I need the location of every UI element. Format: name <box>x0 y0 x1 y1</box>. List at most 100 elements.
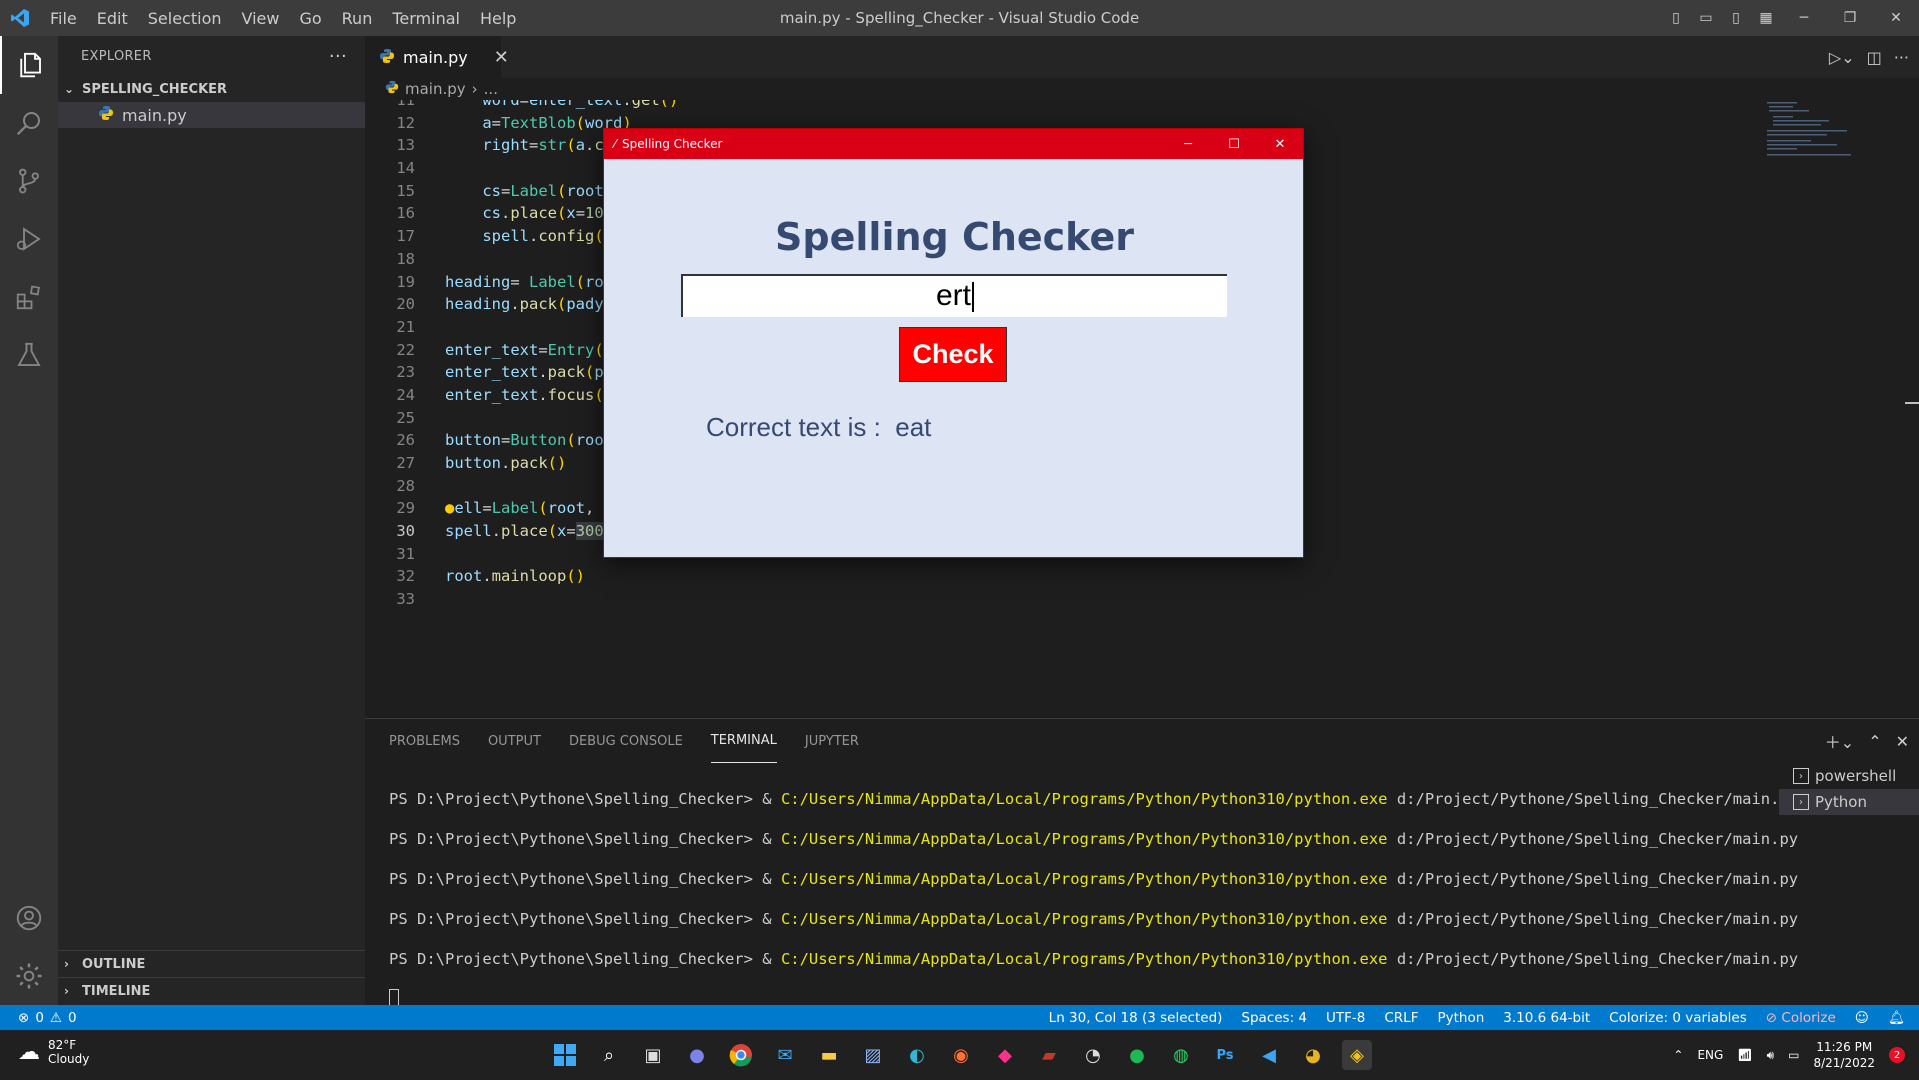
minimize-icon[interactable]: ─ <box>1781 0 1827 36</box>
menu-view[interactable]: View <box>232 9 290 28</box>
python-interpreter[interactable]: 3.10.6 64-bit <box>1503 1010 1590 1026</box>
menu-help[interactable]: Help <box>470 9 526 28</box>
code-text: cs.place(x=10 <box>482 204 604 223</box>
customize-layout-icon[interactable]: ▦ <box>1751 0 1781 36</box>
chat-icon[interactable]: ● <box>682 1040 712 1070</box>
windows-start-icon[interactable] <box>550 1040 580 1070</box>
mail-icon[interactable]: ✉ <box>770 1040 800 1070</box>
tab-jupyter[interactable]: JUPYTER <box>805 719 859 763</box>
clock-date: 8/21/2022 <box>1813 1056 1875 1070</box>
outline-section[interactable]: › OUTLINE <box>58 950 365 977</box>
notification-badge[interactable]: 2 <box>1889 1047 1905 1063</box>
colorize-status[interactable]: Colorize: 0 variables <box>1609 1010 1747 1026</box>
maximize-panel-icon[interactable]: ⌃ <box>1868 732 1881 751</box>
maximize-icon[interactable]: ☐ <box>1211 129 1257 159</box>
word-input[interactable]: ert <box>681 274 1227 317</box>
explorer-icon[interactable] <box>0 36 58 94</box>
edge-icon[interactable]: ◐ <box>902 1040 932 1070</box>
colorize-toggle[interactable]: ⊘ Colorize <box>1766 1010 1836 1026</box>
testing-icon[interactable] <box>0 326 58 384</box>
volume-icon[interactable]: 🔊︎ <box>1767 1048 1775 1063</box>
indentation[interactable]: Spaces: 4 <box>1241 1010 1307 1026</box>
check-button[interactable]: Check <box>899 327 1007 382</box>
tab-debug-console[interactable]: DEBUG CONSOLE <box>569 719 683 763</box>
browser-icon[interactable]: ◕ <box>1298 1040 1328 1070</box>
spotify-icon[interactable]: ● <box>1122 1040 1152 1070</box>
terminal-output[interactable]: PS D:\Project\Pythone\Spelling_Checker> … <box>389 779 1798 1009</box>
extensions-icon[interactable] <box>0 268 58 326</box>
search-icon[interactable]: ⌕ <box>594 1040 624 1070</box>
source-control-icon[interactable] <box>0 152 58 210</box>
desktop: File Edit Selection View Go Run Terminal… <box>0 0 1919 1080</box>
media-player-icon[interactable]: ▰ <box>1034 1040 1064 1070</box>
menu-file[interactable]: File <box>40 9 87 28</box>
file-explorer-icon[interactable]: ▬ <box>814 1040 844 1070</box>
clock[interactable]: 11:26 PM 8/21/2022 <box>1813 1039 1875 1071</box>
breadcrumb-symbol[interactable]: ... <box>484 80 498 98</box>
close-icon[interactable]: ✕ <box>1873 0 1919 36</box>
notifications-bell-icon[interactable]: 🔔︎ <box>1888 1010 1905 1026</box>
split-editor-icon[interactable]: ◫ <box>1867 48 1882 67</box>
wifi-icon[interactable]: 📶︎ <box>1737 1048 1752 1062</box>
more-actions-icon[interactable]: ··· <box>329 46 347 67</box>
system-tray: ⌃ ENG 📶︎ 🔊︎ ▭ 11:26 PM 8/21/2022 2 <box>1673 1030 1905 1080</box>
tab-problems[interactable]: PROBLEMS <box>389 719 460 763</box>
photos-icon[interactable]: ▨ <box>858 1040 888 1070</box>
tab-terminal[interactable]: TERMINAL <box>710 719 777 763</box>
toggle-panel-icon[interactable]: ▭ <box>1691 0 1721 36</box>
jetbrains-icon[interactable]: ◆ <box>990 1040 1020 1070</box>
task-view-icon[interactable]: ▣ <box>638 1040 668 1070</box>
menu-selection[interactable]: Selection <box>138 9 232 28</box>
tab-output[interactable]: OUTPUT <box>488 719 541 763</box>
chrome-icon[interactable] <box>726 1040 756 1070</box>
line-number: 17 <box>396 227 415 246</box>
close-icon[interactable]: ✕ <box>1257 129 1303 159</box>
problems-status[interactable]: ⊗ 0 ⚠ 0 <box>0 1010 77 1026</box>
run-debug-icon[interactable] <box>0 210 58 268</box>
lightbulb-icon[interactable]: ● <box>445 499 454 517</box>
restore-icon[interactable]: ❐ <box>1827 0 1873 36</box>
speedometer-icon[interactable]: ◔ <box>1078 1040 1108 1070</box>
encoding[interactable]: UTF-8 <box>1326 1010 1365 1026</box>
toggle-secondary-sidebar-icon[interactable]: ▯ <box>1721 0 1751 36</box>
input-language[interactable]: ENG <box>1697 1048 1723 1062</box>
run-python-icon[interactable]: ▷⌄ <box>1829 48 1855 67</box>
new-terminal-icon[interactable]: ＋⌄ <box>1825 729 1854 753</box>
firefox-icon[interactable]: ◉ <box>946 1040 976 1070</box>
tab-main-py[interactable]: main.py ✕ <box>365 36 509 78</box>
toggle-sidebar-icon[interactable]: ▯ <box>1661 0 1691 36</box>
search-icon[interactable] <box>0 94 58 152</box>
workspace-folder[interactable]: ⌄ SPELLING_CHECKER <box>58 76 365 102</box>
cursor-position[interactable]: Ln 30, Col 18 (3 selected) <box>1049 1010 1223 1026</box>
terminal-line: PS D:\Project\Pythone\Spelling_Checker> … <box>389 939 1798 979</box>
language-mode[interactable]: Python <box>1437 1010 1484 1026</box>
terminal-item-powershell[interactable]: › powershell <box>1779 763 1919 789</box>
close-tab-icon[interactable]: ✕ <box>494 47 509 68</box>
weather-widget[interactable]: ☁ 82°F Cloudy <box>18 1038 89 1066</box>
file-item-main-py[interactable]: main.py <box>58 102 365 128</box>
close-panel-icon[interactable]: ✕ <box>1896 732 1909 751</box>
breadcrumb-file[interactable]: main.py <box>405 80 466 98</box>
chevron-up-icon[interactable]: ⌃ <box>1673 1048 1683 1062</box>
manage-gear-icon[interactable] <box>0 947 58 1005</box>
photoshop-icon[interactable]: Ps <box>1210 1040 1240 1070</box>
more-actions-icon[interactable]: ··· <box>1894 48 1909 67</box>
vscode-taskbar-icon[interactable]: ◀ <box>1254 1040 1284 1070</box>
terminal-item-python[interactable]: › Python <box>1779 789 1919 815</box>
tk-title-bar[interactable]: ⁄ Spelling Checker ─ ☐ ✕ <box>604 129 1303 159</box>
python-taskbar-icon[interactable]: ◈ <box>1342 1040 1372 1070</box>
minimize-icon[interactable]: ─ <box>1165 129 1211 159</box>
whatsapp-icon[interactable]: ◍ <box>1166 1040 1196 1070</box>
code-text: word=enter_text.get() <box>482 100 679 109</box>
feedback-icon[interactable]: ☺ <box>1855 1010 1869 1026</box>
menu-run[interactable]: Run <box>332 9 383 28</box>
menu-edit[interactable]: Edit <box>87 9 138 28</box>
end-of-line[interactable]: CRLF <box>1384 1010 1418 1026</box>
minimap[interactable] <box>1759 100 1859 170</box>
accounts-icon[interactable] <box>0 889 58 947</box>
menu-terminal[interactable]: Terminal <box>382 9 470 28</box>
menu-go[interactable]: Go <box>289 9 331 28</box>
battery-icon[interactable]: ▭ <box>1788 1048 1799 1062</box>
timeline-section[interactable]: › TIMELINE <box>58 977 365 1004</box>
